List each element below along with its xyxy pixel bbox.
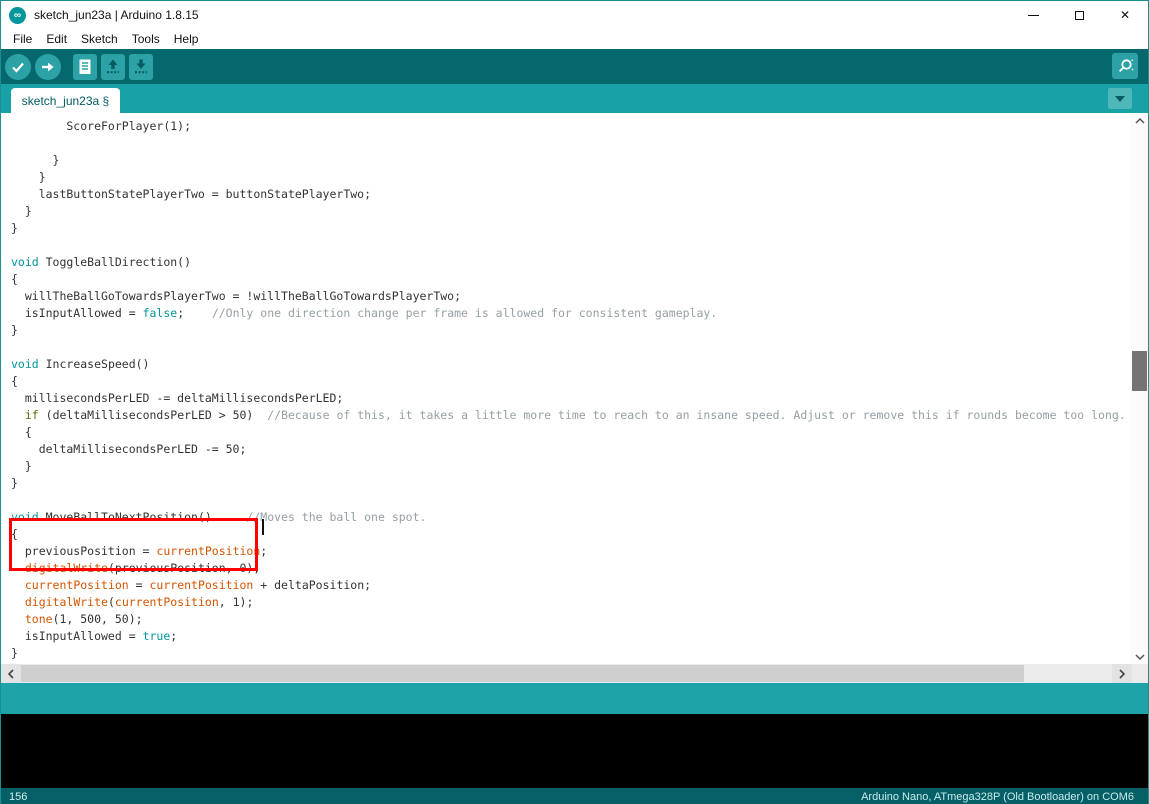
code-line: { <box>11 526 1133 543</box>
scroll-right-button[interactable] <box>1112 664 1132 683</box>
upload-button[interactable] <box>35 54 61 80</box>
horizontal-scrollbar[interactable] <box>1 664 1148 683</box>
code-line: millisecondsPerLED -= deltaMillisecondsP… <box>11 390 1133 407</box>
code-line: } <box>11 169 1133 186</box>
code-line: void MoveBallToNextPosition() //Moves th… <box>11 509 1133 526</box>
tab-list-button[interactable] <box>1108 88 1132 109</box>
save-button[interactable] <box>129 54 153 80</box>
code-line: } <box>11 152 1133 169</box>
tab-sketch-jun23a[interactable]: sketch_jun23a § <box>11 88 120 113</box>
code-line: } <box>11 220 1133 237</box>
close-icon: ✕ <box>1120 9 1130 21</box>
console-output <box>1 714 1148 788</box>
code-line <box>11 492 1133 509</box>
cursor-line-number: 156 <box>1 791 27 803</box>
scroll-down-button[interactable] <box>1131 649 1148 664</box>
code-lines: ScoreForPlayer(1); } } lastButtonStatePl… <box>1 113 1133 662</box>
code-line: } <box>11 458 1133 475</box>
menu-bar: FileEditSketchToolsHelp <box>1 29 1148 49</box>
code-line: previousPosition = currentPosition; <box>11 543 1133 560</box>
maximize-button[interactable] <box>1056 1 1102 29</box>
chevron-up-icon <box>1135 118 1145 124</box>
arrow-up-icon <box>104 58 122 75</box>
code-line: isInputAllowed = false; //Only one direc… <box>11 305 1133 322</box>
magnifier-icon <box>1116 57 1134 75</box>
menu-item-help[interactable]: Help <box>167 30 206 48</box>
arrow-down-icon <box>132 58 150 75</box>
code-line <box>11 339 1133 356</box>
status-bar: 156 Arduino Nano, ATmega328P (Old Bootlo… <box>1 788 1148 804</box>
code-line <box>11 237 1133 254</box>
arduino-ide-window: ∞ sketch_jun23a | Arduino 1.8.15 ✕ FileE… <box>0 0 1149 804</box>
minimize-icon <box>1028 15 1039 16</box>
code-line: { <box>11 373 1133 390</box>
verify-button[interactable] <box>5 54 31 80</box>
chevron-down-icon <box>1115 96 1125 102</box>
chevron-left-icon <box>8 669 14 679</box>
scroll-left-button[interactable] <box>1 664 21 683</box>
tab-label: sketch_jun23a § <box>22 94 109 108</box>
maximize-icon <box>1075 11 1084 20</box>
title-bar: ∞ sketch_jun23a | Arduino 1.8.15 ✕ <box>1 1 1148 29</box>
code-editor[interactable]: ScoreForPlayer(1); } } lastButtonStatePl… <box>1 113 1133 664</box>
code-line: currentPosition = currentPosition + delt… <box>11 577 1133 594</box>
menu-item-sketch[interactable]: Sketch <box>74 30 125 48</box>
code-line: lastButtonStatePlayerTwo = buttonStatePl… <box>11 186 1133 203</box>
code-line: { <box>11 271 1133 288</box>
code-line <box>11 135 1133 152</box>
scroll-up-button[interactable] <box>1131 113 1148 128</box>
code-line: tone(1, 500, 50); <box>11 611 1133 628</box>
message-strip <box>1 683 1148 714</box>
code-line: willTheBallGoTowardsPlayerTwo = !willThe… <box>11 288 1133 305</box>
new-sketch-button[interactable] <box>73 54 97 80</box>
code-line: } <box>11 322 1133 339</box>
code-line: if (deltaMillisecondsPerLED > 50) //Beca… <box>11 407 1133 424</box>
code-line: void ToggleBallDirection() <box>11 254 1133 271</box>
tab-strip: sketch_jun23a § <box>1 84 1148 113</box>
code-line: void IncreaseSpeed() <box>11 356 1133 373</box>
code-line: ScoreForPlayer(1); <box>11 118 1133 135</box>
minimize-button[interactable] <box>1010 1 1056 29</box>
window-controls: ✕ <box>1010 1 1148 29</box>
menu-item-file[interactable]: File <box>6 30 39 48</box>
check-icon <box>10 59 26 75</box>
arduino-infinity-icon: ∞ <box>9 7 26 24</box>
serial-monitor-button[interactable] <box>1112 53 1138 79</box>
document-icon <box>77 58 93 76</box>
horizontal-scroll-thumb[interactable] <box>21 665 1024 682</box>
code-line: } <box>11 645 1133 662</box>
code-line: digitalWrite(previousPosition, 0); <box>11 560 1133 577</box>
code-line: digitalWrite(currentPosition, 1); <box>11 594 1133 611</box>
close-button[interactable]: ✕ <box>1102 1 1148 29</box>
code-line: deltaMillisecondsPerLED -= 50; <box>11 441 1133 458</box>
code-line: } <box>11 475 1133 492</box>
menu-item-tools[interactable]: Tools <box>125 30 167 48</box>
arrow-right-icon <box>40 59 56 75</box>
open-button[interactable] <box>101 54 125 80</box>
chevron-down-icon <box>1135 654 1145 660</box>
vertical-scrollbar[interactable] <box>1131 113 1148 664</box>
code-line: { <box>11 424 1133 441</box>
window-title: sketch_jun23a | Arduino 1.8.15 <box>34 8 199 22</box>
board-port-info: Arduino Nano, ATmega328P (Old Bootloader… <box>861 791 1148 803</box>
toolbar <box>1 49 1148 84</box>
code-line: } <box>11 203 1133 220</box>
vertical-scroll-thumb[interactable] <box>1132 351 1147 391</box>
code-line: isInputAllowed = true; <box>11 628 1133 645</box>
text-caret <box>262 519 264 535</box>
chevron-right-icon <box>1119 669 1125 679</box>
menu-item-edit[interactable]: Edit <box>39 30 74 48</box>
